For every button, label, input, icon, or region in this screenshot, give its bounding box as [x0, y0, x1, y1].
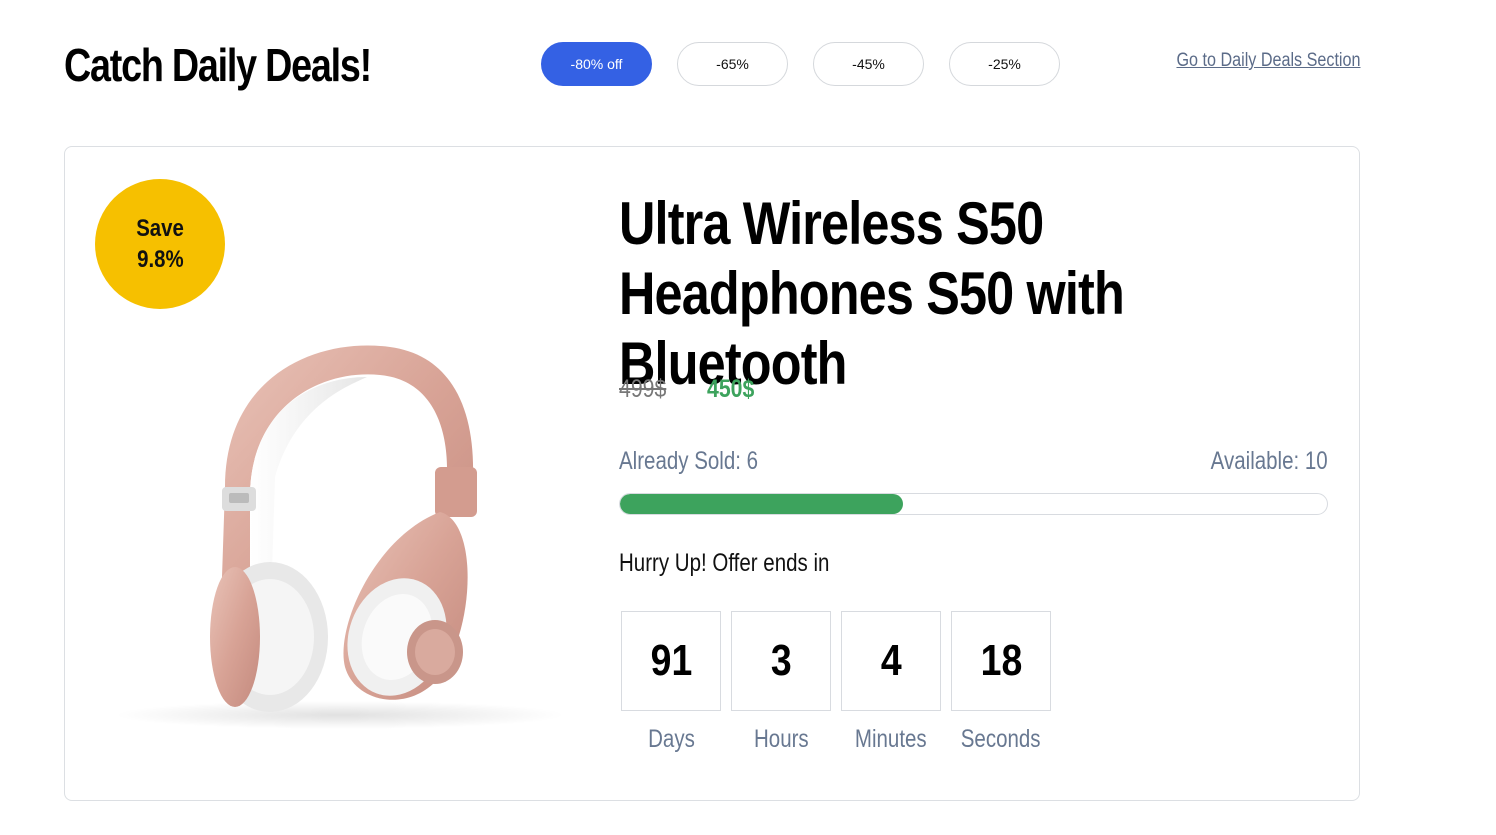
deals-header: Catch Daily Deals! -80% off -65% -45% -2…	[64, 36, 1360, 94]
product-title[interactable]: Ultra Wireless S50 Headphones S50 with B…	[619, 189, 1341, 399]
countdown-hours-label: Hours	[753, 725, 809, 753]
countdown-minutes: 4 Minutes	[841, 611, 941, 754]
headphones-image[interactable]	[105, 337, 575, 737]
sold-progress-bar	[619, 493, 1328, 515]
deal-card: Save 9.8% Ultra Wireless S50 Headphones …	[64, 146, 1360, 801]
save-badge-label: Save	[136, 215, 184, 242]
sold-progress-fill	[620, 494, 903, 514]
countdown-days-box: 91	[621, 611, 721, 711]
discount-filters: -80% off -65% -45% -25%	[541, 42, 1060, 86]
countdown-minutes-value: 4	[880, 636, 902, 685]
price-row: 499$ 450$	[619, 375, 762, 404]
countdown-minutes-label: Minutes	[855, 725, 927, 753]
filter-80-button[interactable]: -80% off	[541, 42, 652, 86]
countdown-timer: 91 Days 3 Hours 4 Minutes 18 Seconds	[621, 611, 1051, 754]
countdown-seconds-value: 18	[980, 636, 1022, 685]
stock-row: Already Sold: 6 Available: 10	[619, 447, 1328, 479]
countdown-hours-value: 3	[770, 636, 792, 685]
countdown-days: 91 Days	[621, 611, 721, 754]
already-sold-label: Already Sold: 6	[619, 447, 759, 475]
countdown-hours: 3 Hours	[731, 611, 831, 754]
available-label: Available: 10	[1210, 447, 1328, 475]
filter-65-button[interactable]: -65%	[677, 42, 788, 86]
countdown-seconds-box: 18	[951, 611, 1051, 711]
countdown-days-label: Days	[647, 725, 695, 753]
daily-deals-section-link[interactable]: Go to Daily Deals Section	[1176, 50, 1360, 72]
countdown-minutes-box: 4	[841, 611, 941, 711]
hurry-label: Hurry Up! Offer ends in	[619, 549, 830, 577]
countdown-hours-box: 3	[731, 611, 831, 711]
countdown-days-value: 91	[650, 636, 692, 685]
filter-45-button[interactable]: -45%	[813, 42, 924, 86]
countdown-seconds-label: Seconds	[961, 725, 1041, 753]
countdown-seconds: 18 Seconds	[951, 611, 1051, 754]
page-title: Catch Daily Deals!	[64, 39, 372, 91]
new-price: 450$	[706, 375, 754, 403]
save-badge: Save 9.8%	[95, 179, 225, 309]
save-badge-percent: 9.8%	[136, 246, 184, 273]
old-price: 499$	[619, 375, 667, 403]
filter-25-button[interactable]: -25%	[949, 42, 1060, 86]
